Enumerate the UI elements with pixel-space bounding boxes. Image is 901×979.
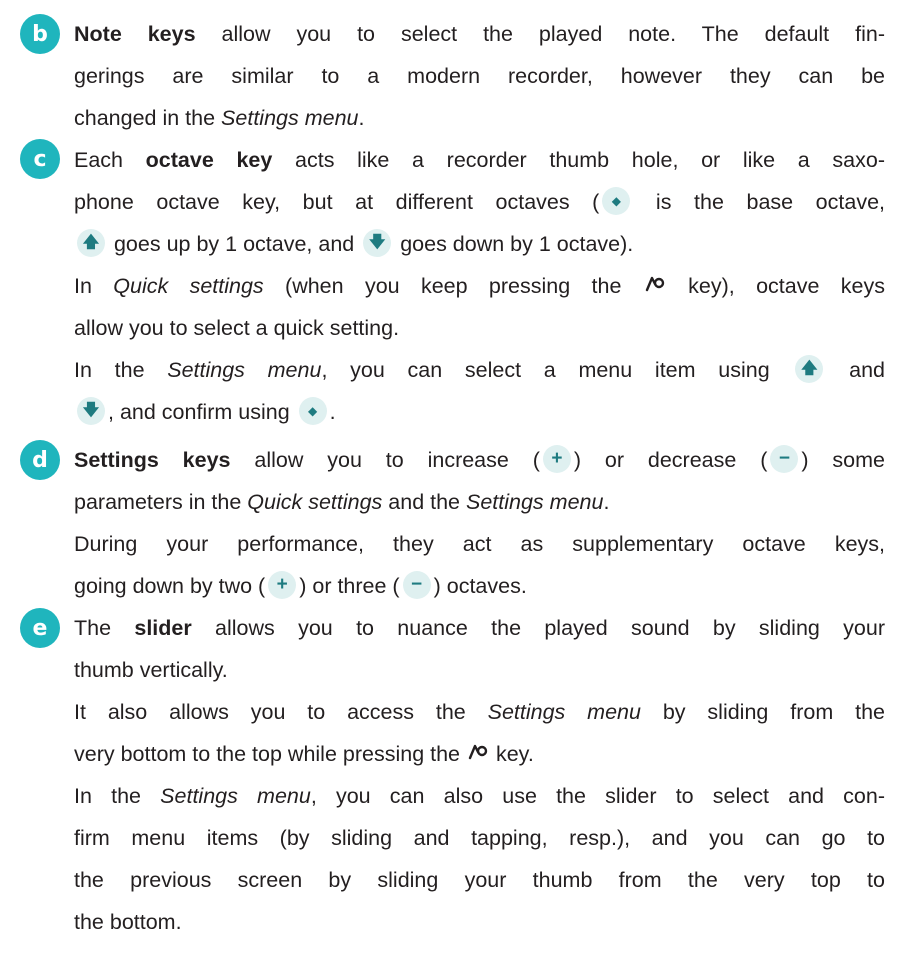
section-c-line-7: 🡇, and confirm using ◆.	[74, 393, 885, 431]
term-note-keys: Note keys	[74, 22, 196, 46]
section-c-line-3: 🡅 goes up by 1 octave, and 🡇 goes down b…	[74, 225, 885, 263]
wave-key-icon	[645, 277, 664, 292]
term-settings-keys: Settings keys	[74, 448, 231, 472]
plus-icon: +	[542, 445, 571, 474]
plus-icon: +	[268, 571, 297, 600]
term-octave-key: octave key	[145, 148, 273, 172]
minus-icon: −	[770, 445, 799, 474]
arrow-down-icon: 🡇	[77, 397, 105, 426]
section-e-line-5: In the Settings menu, you can also use t…	[74, 784, 885, 808]
section-badge-d: d	[20, 440, 60, 480]
section-d-line-4: going down by two (+) or three (−) octav…	[74, 567, 885, 605]
section-e-line-2: thumb vertically.	[74, 658, 228, 682]
section-c-line-6: In the Settings menu, you can select a m…	[74, 351, 885, 389]
section-d-line-3: During your performance, they act as sup…	[74, 532, 885, 556]
diamond-icon: ◆	[602, 187, 631, 216]
section-e-line-1: The slider allows you to nuance the play…	[74, 616, 885, 640]
diamond-icon: ◆	[298, 397, 327, 426]
section-d-line-1: Settings keys allow you to increase (+) …	[74, 441, 885, 479]
minus-icon: −	[402, 571, 431, 600]
section-b-line-3: changed in the Settings menu.	[74, 106, 365, 130]
section-e-line-7: the previous screen by sliding your thum…	[74, 868, 885, 892]
wave-key-icon	[468, 745, 488, 760]
section-c-line-4: In Quick settings (when you keep pressin…	[74, 274, 885, 298]
section-e-line-3: It also allows you to access the Setting…	[74, 700, 885, 724]
arrow-up-icon: 🡅	[77, 229, 105, 258]
section-e-line-4: very bottom to the top while pressing th…	[74, 742, 534, 766]
arrow-up-icon: 🡅	[795, 355, 824, 384]
arrow-down-icon: 🡇	[363, 229, 392, 258]
section-d-line-2: parameters in the Quick settings and the…	[74, 490, 610, 514]
section-c-line-1: Each octave key acts like a recorder thu…	[74, 148, 885, 172]
section-e-line-6: firm menu items (by sliding and tapping,…	[74, 826, 885, 850]
section-c-line-2: phone octave key, but at different octav…	[74, 183, 885, 221]
section-e-line-8: the bottom.	[74, 910, 182, 934]
section-c-line-5: allow you to select a quick setting.	[74, 316, 400, 340]
section-b-line-2: gerings are similar to a modern recorder…	[74, 64, 885, 88]
section-badge-c: c	[20, 139, 60, 179]
section-badge-b: b	[20, 14, 60, 54]
section-badge-e: e	[20, 608, 60, 648]
section-b-line-1: Note keys allow you to select the played…	[74, 22, 885, 46]
manual-page: b Note keys allow you to select the play…	[0, 0, 901, 979]
term-slider: slider	[134, 616, 192, 640]
